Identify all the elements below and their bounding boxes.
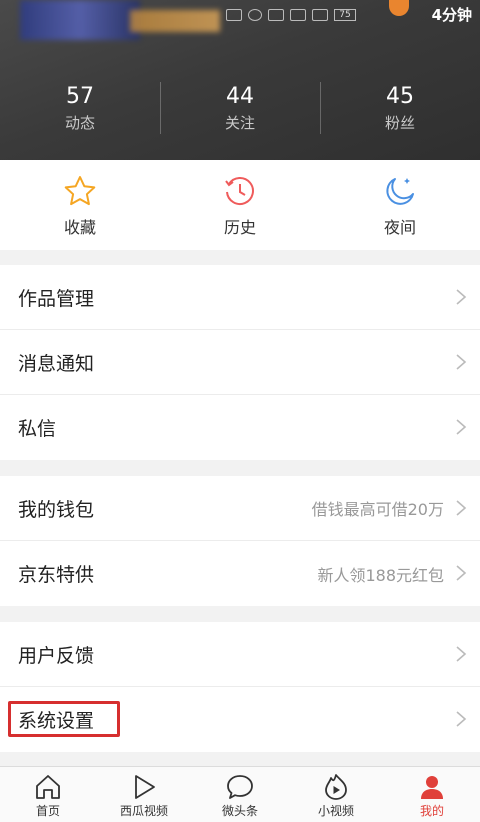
sim-icon — [226, 9, 242, 21]
stat-posts[interactable]: 57 动态 — [0, 82, 160, 142]
blurred-avatar — [20, 0, 140, 40]
menu-item-label: 消息通知 — [18, 352, 95, 375]
nav-label: 我的 — [419, 804, 444, 818]
blurred-username — [130, 10, 220, 32]
stat-label: 动态 — [64, 114, 95, 132]
history-button[interactable]: 历史 — [160, 160, 320, 250]
nav-label: 西瓜视频 — [119, 804, 168, 818]
signal-icon-2 — [312, 9, 328, 21]
chevron-right-icon — [456, 711, 467, 727]
nav-label: 首页 — [35, 804, 60, 818]
chevron-right-icon — [456, 354, 467, 370]
stat-value: 44 — [226, 84, 254, 109]
quick-actions: 收藏 历史 夜间 — [0, 160, 480, 250]
history-clock-icon — [225, 177, 254, 205]
menu-item-wallet[interactable]: 我的钱包 借钱最高可借20万 — [0, 476, 480, 541]
history-label: 历史 — [223, 218, 256, 237]
menu-item-label: 京东特供 — [18, 564, 95, 586]
menu-item-private-messages[interactable]: 私信 — [0, 395, 480, 460]
battery-icon: 75 — [334, 9, 356, 21]
favorites-label: 收藏 — [63, 218, 96, 237]
nav-micro-headlines[interactable]: 微头条 — [192, 767, 288, 822]
menu-group-settings: 用户反馈 系统设置 — [0, 622, 480, 752]
menu-item-label: 我的钱包 — [18, 498, 95, 521]
highlight-box — [8, 701, 120, 737]
stat-value: 57 — [66, 84, 94, 109]
favorites-button[interactable]: 收藏 — [0, 160, 160, 250]
stat-followers[interactable]: 45 粉丝 — [320, 82, 480, 142]
stat-label: 粉丝 — [384, 114, 415, 132]
nav-xigua-video[interactable]: 西瓜视频 — [96, 767, 192, 822]
flame-play-icon — [325, 774, 347, 800]
chevron-right-icon — [456, 646, 467, 662]
chevron-right-icon — [456, 565, 467, 581]
chevron-right-icon — [456, 419, 467, 435]
chevron-right-icon — [456, 289, 467, 305]
nav-mine[interactable]: 我的 — [384, 767, 480, 822]
eye-icon — [248, 9, 262, 21]
menu-item-notifications[interactable]: 消息通知 — [0, 330, 480, 395]
stat-following[interactable]: 44 关注 — [160, 82, 320, 142]
bottom-navigation: 首页 西瓜视频 微头条 小视频 我的 — [0, 766, 480, 822]
profile-header: 75 4分钟 57 动态 44 关注 45 粉丝 — [0, 0, 480, 160]
menu-item-jd-special[interactable]: 京东特供 新人领188元红包 — [0, 541, 480, 606]
nav-label: 微头条 — [221, 804, 258, 818]
nav-label: 小视频 — [317, 804, 354, 818]
night-mode-button[interactable]: 夜间 — [320, 160, 480, 250]
status-time: 4分钟 — [431, 6, 472, 24]
stat-value: 45 — [386, 84, 414, 109]
menu-item-feedback[interactable]: 用户反馈 — [0, 622, 480, 687]
chat-bubble-icon — [227, 775, 253, 799]
status-bar: 75 4分钟 — [0, 0, 480, 40]
menu-group-services: 我的钱包 借钱最高可借20万 京东特供 新人领188元红包 — [0, 476, 480, 606]
menu-item-label: 作品管理 — [18, 287, 95, 310]
user-icon — [421, 776, 443, 799]
stat-label: 关注 — [224, 114, 255, 132]
home-icon — [36, 775, 60, 799]
nav-short-video[interactable]: 小视频 — [288, 767, 384, 822]
notification-badge-icon — [389, 0, 409, 16]
wifi-icon — [268, 9, 284, 21]
chevron-right-icon — [456, 500, 467, 516]
play-icon — [135, 775, 155, 799]
status-icons: 75 — [226, 6, 356, 24]
menu-item-works-management[interactable]: 作品管理 — [0, 265, 480, 330]
menu-item-hint: 借钱最高可借20万 — [311, 500, 444, 519]
menu-item-hint: 新人领188元红包 — [317, 565, 444, 585]
menu-item-label: 私信 — [18, 418, 57, 440]
menu-item-system-settings[interactable]: 系统设置 — [0, 687, 480, 752]
menu-group-content: 作品管理 消息通知 私信 — [0, 265, 480, 460]
night-mode-label: 夜间 — [383, 218, 416, 237]
menu-item-label: 用户反馈 — [18, 644, 95, 667]
star-icon — [64, 176, 96, 206]
stats-row: 57 动态 44 关注 45 粉丝 — [0, 82, 480, 142]
signal-icon — [290, 9, 306, 21]
moon-icon — [386, 178, 414, 205]
nav-home[interactable]: 首页 — [0, 767, 96, 822]
